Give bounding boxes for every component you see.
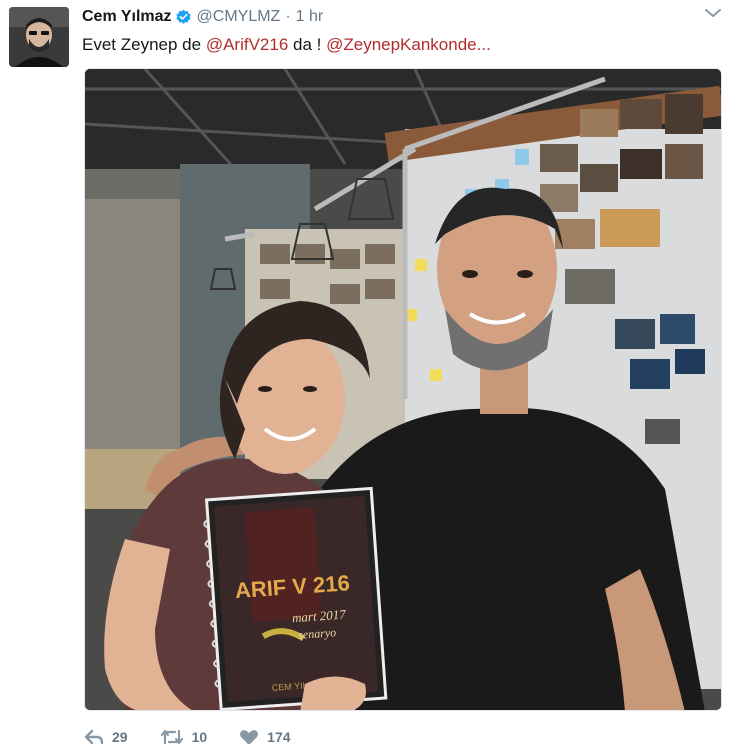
avatar[interactable] <box>9 7 69 67</box>
reply-count: 29 <box>112 729 128 744</box>
tweet-header: Cem Yılmaz @CMYLMZ · 1 hr <box>82 6 323 28</box>
author-handle[interactable]: @CMYLMZ <box>197 8 281 26</box>
verified-badge-icon <box>175 9 192 26</box>
reply-button[interactable]: 29 <box>84 729 128 744</box>
retweet-count: 10 <box>191 729 208 744</box>
retweet-icon <box>160 729 183 744</box>
separator-dot: · <box>285 8 291 25</box>
reply-icon <box>84 729 104 744</box>
heart-icon <box>240 729 259 744</box>
tweet-card: Cem Yılmaz @CMYLMZ · 1 hr Evet Zeynep de… <box>0 0 730 744</box>
retweet-button[interactable]: 10 <box>160 729 208 744</box>
tweet-text-part: Evet Zeynep de <box>82 35 206 54</box>
like-button[interactable]: 174 <box>239 729 291 744</box>
tweet-actions: 29 10 174 <box>84 727 323 744</box>
tweet-photo[interactable]: ARIF V 216 mart 2017 senaryo CEM YILMAZ <box>84 68 722 711</box>
chevron-down-icon[interactable] <box>704 6 722 20</box>
author-name[interactable]: Cem Yılmaz <box>82 8 172 26</box>
tweet-text-part: da ! <box>288 35 327 54</box>
mention-link[interactable]: @ZeynepKankonde... <box>326 35 491 54</box>
tweet-timestamp[interactable]: 1 hr <box>296 8 324 26</box>
like-count: 174 <box>267 729 291 744</box>
notebook-subtitle: senaryo <box>298 625 337 642</box>
tweet-text: Evet Zeynep de @ArifV216 da ! @ZeynepKan… <box>82 34 491 56</box>
mention-link[interactable]: @ArifV216 <box>206 35 288 54</box>
